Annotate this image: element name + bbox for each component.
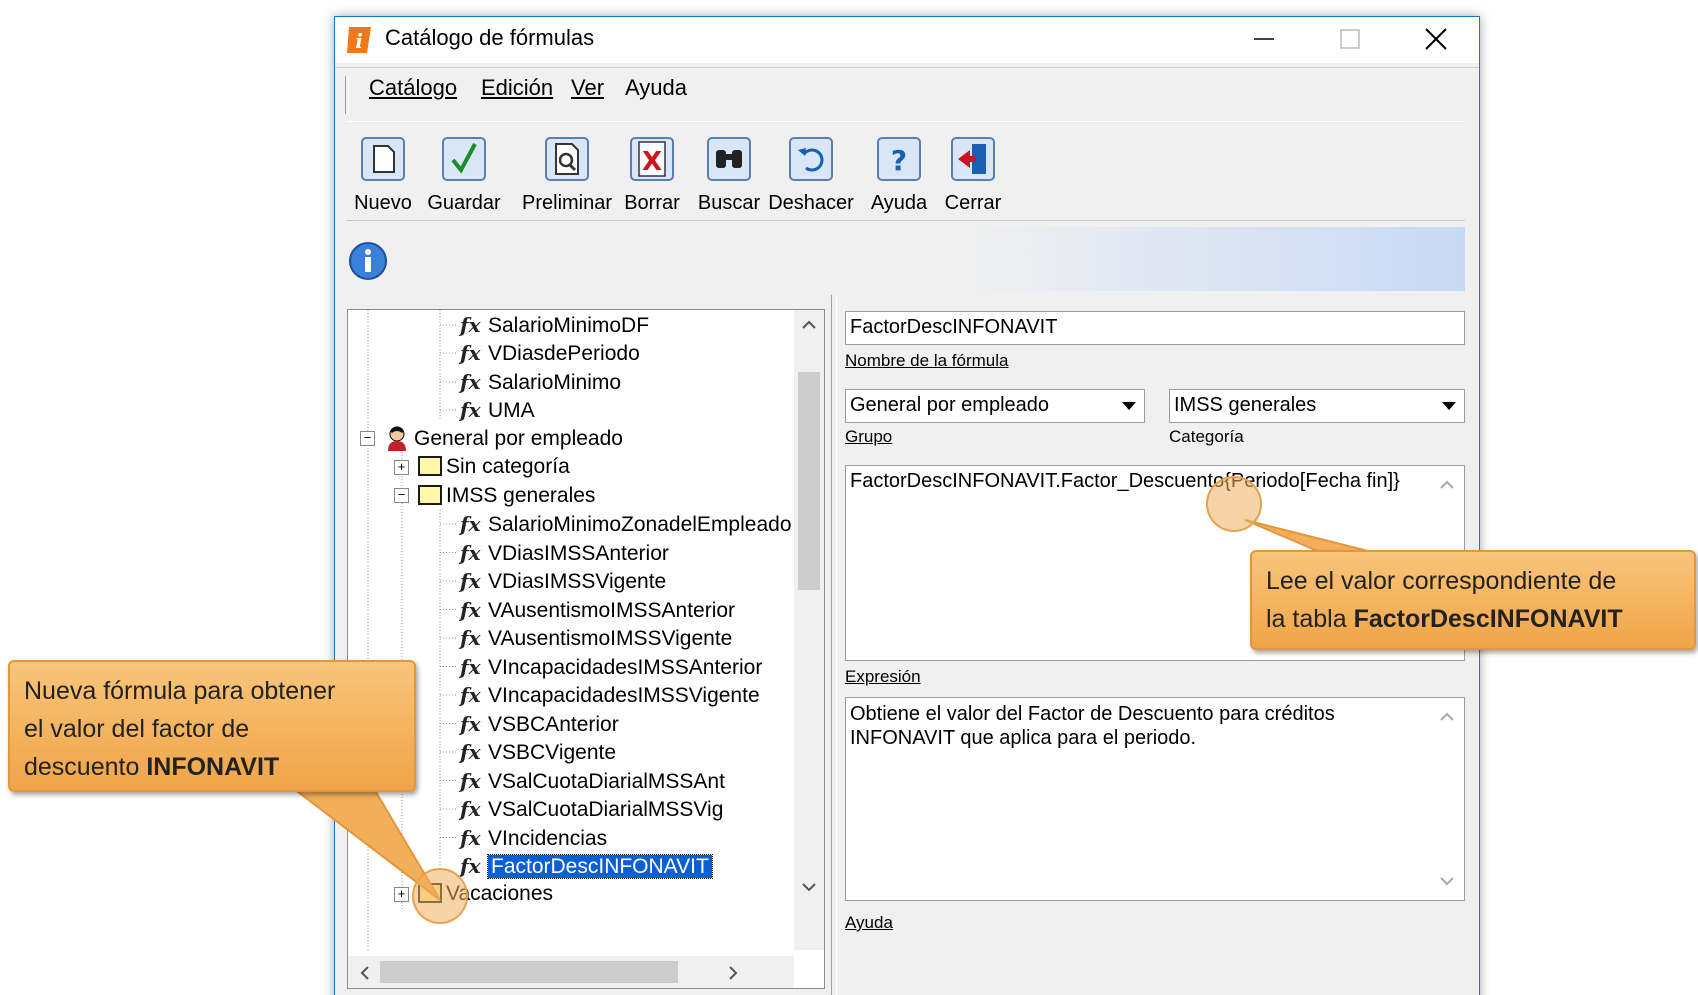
callout-new-formula: Nueva fórmula para obtener el valor del … bbox=[8, 660, 416, 792]
highlight-circle-selected bbox=[412, 868, 468, 924]
highlight-circle-expression bbox=[1206, 476, 1262, 532]
callout-reads-table: Lee el valor correspondiente de la tabla… bbox=[1250, 550, 1696, 650]
screenshot-stage: i Catálogo de fórmulas Catálogo Edición … bbox=[0, 0, 1698, 995]
callout-pointers bbox=[282, 519, 1373, 901]
